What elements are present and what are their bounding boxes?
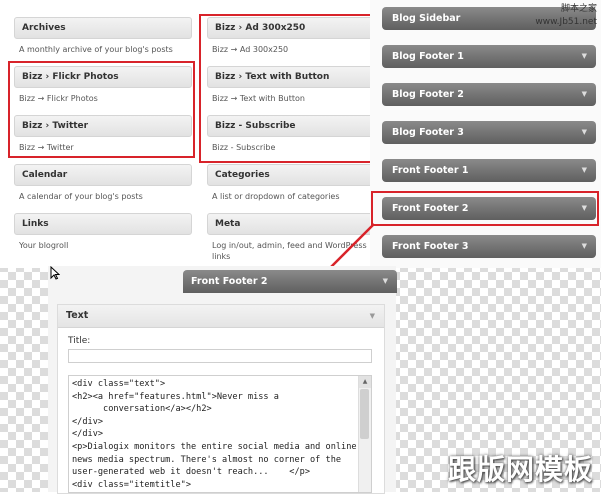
text-widget-header[interactable]: Text ▼ — [58, 305, 384, 328]
title-input[interactable] — [68, 349, 372, 363]
area-title: Blog Sidebar — [392, 13, 461, 24]
area-blog-footer-1[interactable]: Blog Footer 1 ▼ — [382, 45, 596, 68]
widget-calendar[interactable]: Calendar A calendar of your blog's posts — [14, 164, 192, 202]
area-title: Front Footer 2 — [191, 276, 268, 287]
widget-description: A calendar of your blog's posts — [19, 192, 143, 201]
scrollbar[interactable]: ▲ — [358, 376, 371, 492]
title-label: Title: — [68, 336, 91, 346]
area-title: Blog Footer 2 — [392, 89, 464, 100]
widget-title[interactable]: Categories — [207, 164, 385, 186]
area-blog-footer-3[interactable]: Blog Footer 3 ▼ — [382, 121, 596, 144]
triangle-down-icon[interactable]: ▼ — [370, 305, 375, 327]
watermark-line: 脚本之家 — [560, 4, 597, 14]
triangle-down-icon[interactable]: ▼ — [582, 83, 587, 106]
widget-categories[interactable]: Categories A list or dropdown of categor… — [207, 164, 385, 202]
scroll-up-icon[interactable]: ▲ — [359, 376, 371, 388]
watermark-bottom: 跟版网模板 — [447, 453, 593, 486]
mouse-cursor-icon — [50, 265, 61, 283]
widget-title[interactable]: Calendar — [14, 164, 192, 186]
area-title: Front Footer 1 — [392, 165, 469, 176]
triangle-down-icon[interactable]: ▼ — [383, 270, 388, 293]
area-title: Blog Footer 1 — [392, 51, 464, 62]
triangle-down-icon[interactable]: ▼ — [582, 159, 587, 182]
text-widget: Text ▼ Title: <div class="text"> <h2><a … — [57, 304, 385, 494]
widget-archives[interactable]: Archives A monthly archive of your blog'… — [14, 17, 192, 55]
widget-description: A monthly archive of your blog's posts — [19, 45, 173, 54]
highlight-box-left — [8, 61, 195, 158]
widget-description: A list or dropdown of categories — [212, 192, 340, 201]
content-text: <div class="text"> <h2><a href="features… — [72, 379, 357, 490]
watermark-line: www.Jb51.net — [535, 17, 597, 27]
triangle-down-icon[interactable]: ▼ — [582, 121, 587, 144]
widget-title[interactable]: Links — [14, 213, 192, 235]
highlight-front-footer-2 — [371, 191, 599, 226]
widget-title[interactable]: Archives — [14, 17, 192, 39]
triangle-down-icon[interactable]: ▼ — [582, 235, 587, 258]
triangle-down-icon[interactable]: ▼ — [582, 45, 587, 68]
scroll-thumb[interactable] — [360, 389, 369, 439]
area-title: Front Footer 3 — [392, 241, 469, 252]
widget-title: Text — [66, 310, 89, 321]
widget-description: Your blogroll — [19, 241, 69, 250]
area-title: Blog Footer 3 — [392, 127, 464, 138]
area-blog-footer-2[interactable]: Blog Footer 2 ▼ — [382, 83, 596, 106]
area-front-footer-3[interactable]: Front Footer 3 ▼ — [382, 235, 596, 258]
expanded-area-header[interactable]: Front Footer 2 ▼ — [183, 270, 397, 293]
watermark-top: 脚本之家 www.Jb51.net — [535, 3, 597, 29]
content-textarea[interactable]: <div class="text"> <h2><a href="features… — [68, 375, 372, 493]
area-front-footer-1[interactable]: Front Footer 1 ▼ — [382, 159, 596, 182]
highlight-box-right — [199, 14, 375, 163]
widget-links[interactable]: Links Your blogroll — [14, 213, 192, 251]
